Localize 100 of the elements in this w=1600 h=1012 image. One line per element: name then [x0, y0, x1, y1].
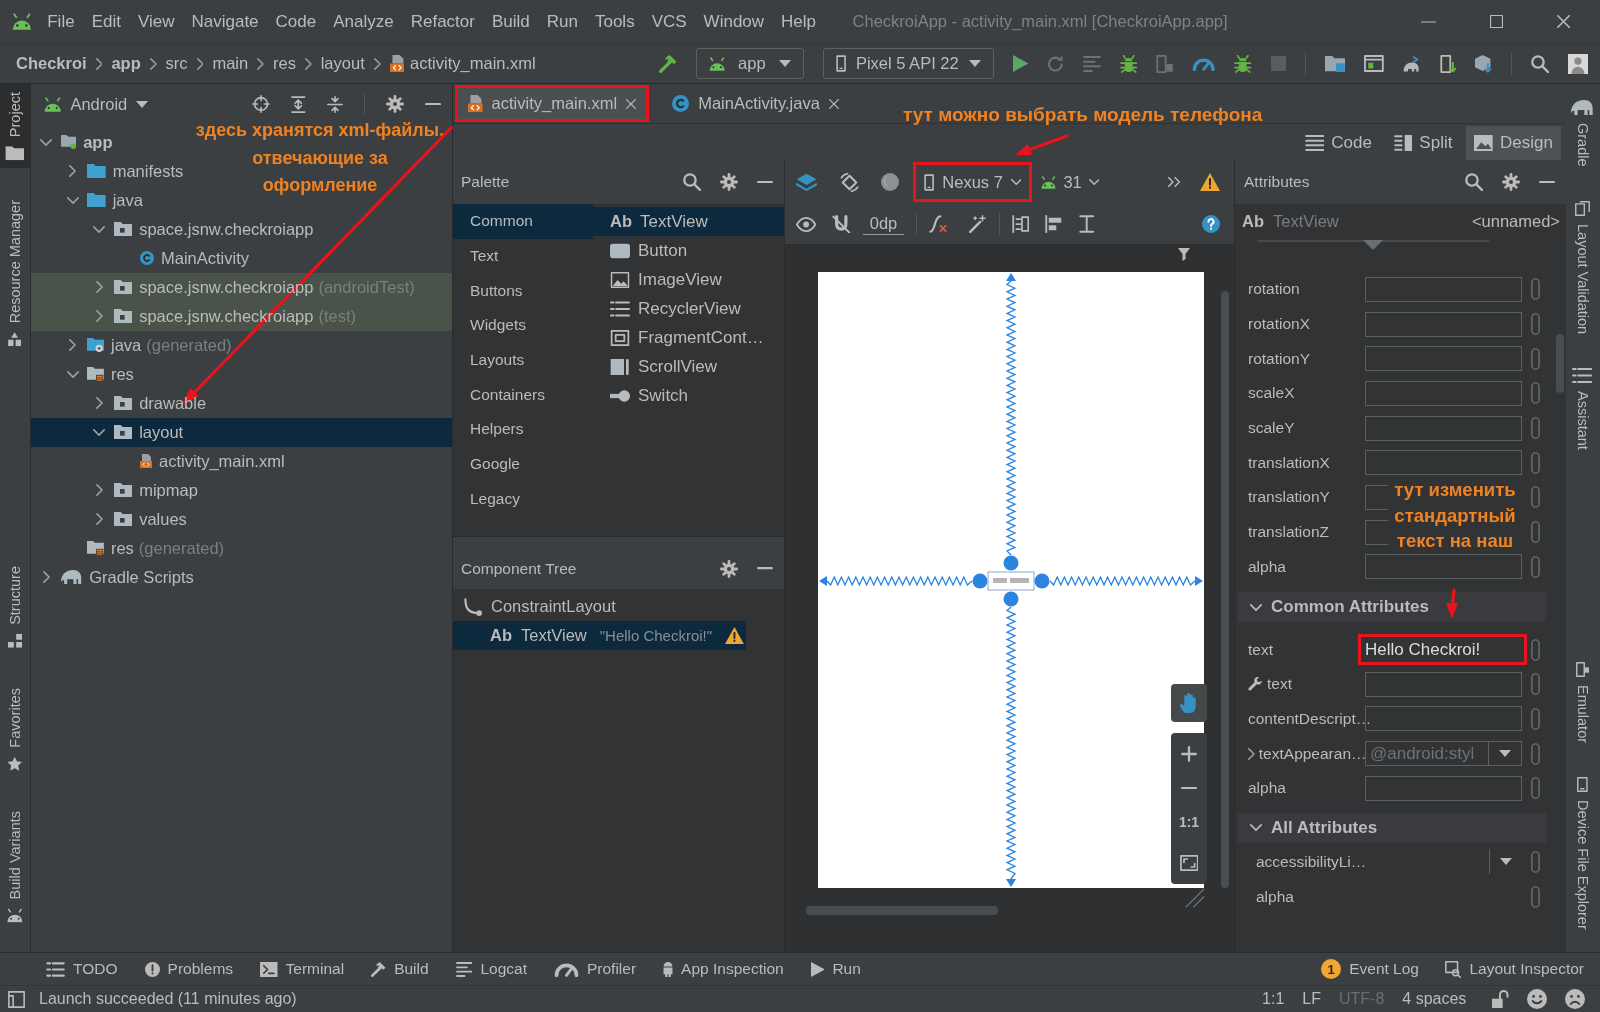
tool-window-tab[interactable]: Resource Manager	[0, 192, 30, 355]
breadcrumb[interactable]: layout	[320, 54, 365, 73]
crosshair-icon[interactable]	[252, 95, 271, 113]
layers-icon[interactable]	[796, 172, 818, 192]
tool-window-button[interactable]: App Inspection	[663, 960, 784, 978]
menu-item[interactable]: Help	[772, 8, 825, 35]
double-chevron-icon[interactable]	[1167, 177, 1180, 187]
tree-item[interactable]: MainActivity	[31, 243, 250, 273]
menu-item[interactable]: View	[129, 8, 183, 35]
lock-icon[interactable]	[1492, 990, 1509, 1008]
zoom-reset-button[interactable]: 1:1	[1178, 814, 1200, 831]
menu-item[interactable]: Refactor	[402, 8, 484, 35]
constraint-handle-icon[interactable]	[1003, 555, 1019, 571]
tool-window-tab[interactable]: Gradle	[1566, 96, 1599, 171]
chevron-right-icon[interactable]	[69, 165, 76, 177]
slot-icon[interactable]	[1531, 313, 1540, 336]
warning-icon[interactable]	[1200, 173, 1220, 191]
vertical-scrollbar[interactable]	[1556, 334, 1564, 393]
palette-category[interactable]: Legacy	[453, 481, 593, 517]
minimize-icon[interactable]	[1539, 180, 1555, 184]
tool-window-tab[interactable]: Emulator	[1566, 658, 1599, 748]
slot-icon[interactable]	[1531, 673, 1540, 696]
chevron-right-icon[interactable]	[95, 397, 103, 409]
palette-category[interactable]: Layouts	[453, 342, 593, 378]
slot-icon[interactable]	[1531, 555, 1540, 578]
menu-item[interactable]: Window	[695, 8, 773, 35]
slot-icon[interactable]	[1531, 742, 1540, 765]
chevron-right-icon[interactable]	[69, 339, 76, 351]
slot-icon[interactable]	[1531, 850, 1540, 873]
magic-wand-icon[interactable]	[969, 215, 987, 233]
tree-item[interactable]: activity_main.xml	[31, 446, 285, 476]
input-field[interactable]	[1365, 671, 1522, 697]
minimize-icon[interactable]	[1421, 20, 1436, 23]
input-field[interactable]	[1365, 775, 1522, 801]
palette-item[interactable]: Switch	[593, 381, 784, 410]
tool-window-tab[interactable]: Layout Validation	[1566, 196, 1599, 338]
tool-window-tab[interactable]: Build Variants	[0, 802, 30, 930]
help-icon[interactable]	[1202, 215, 1220, 233]
search-icon[interactable]	[683, 173, 701, 191]
horizontal-scrollbar[interactable]	[806, 906, 998, 915]
palette-item[interactable]: ScrollView	[593, 352, 784, 381]
tree-item[interactable]: layout	[31, 417, 452, 447]
lines-icon[interactable]	[1082, 55, 1101, 72]
menu-item[interactable]: Run	[538, 8, 587, 35]
breadcrumb[interactable]: src	[165, 54, 188, 73]
input-field[interactable]	[1365, 554, 1522, 580]
fit-screen-icon[interactable]	[1179, 855, 1199, 872]
constraint-handle-icon[interactable]	[972, 573, 988, 589]
zoom-in-icon[interactable]	[1181, 745, 1197, 762]
view-dropdown[interactable]: Android	[44, 94, 149, 114]
menu-item[interactable]: Navigate	[182, 8, 268, 35]
palette-category[interactable]: Common	[453, 204, 593, 239]
close-icon[interactable]	[828, 98, 839, 109]
close-icon[interactable]	[1557, 15, 1570, 28]
input-field[interactable]	[1365, 450, 1522, 476]
search-icon[interactable]	[1465, 173, 1483, 191]
status-item[interactable]: 1:1	[1262, 990, 1285, 1008]
tree-item[interactable]: manifests	[31, 156, 184, 186]
zoom-out-icon[interactable]	[1181, 786, 1197, 790]
chevron-down-icon[interactable]	[93, 428, 105, 436]
close-icon[interactable]	[626, 98, 637, 109]
settings-icon[interactable]	[720, 559, 738, 578]
vertical-scrollbar[interactable]	[1221, 291, 1229, 888]
input-field[interactable]	[1365, 380, 1522, 406]
menu-item[interactable]: Build	[483, 8, 539, 35]
chevron-right-icon[interactable]	[95, 310, 103, 322]
palette-item[interactable]: Ab TextView	[593, 207, 784, 236]
tree-item[interactable]: java (generated)	[31, 330, 232, 360]
expand-all-icon[interactable]	[291, 95, 306, 113]
chevron-down-icon[interactable]	[93, 225, 105, 233]
tree-item[interactable]: app	[31, 127, 113, 157]
chevron-right-icon[interactable]	[95, 484, 103, 496]
breadcrumb[interactable]: app	[111, 54, 141, 73]
slot-icon[interactable]	[1531, 278, 1540, 301]
resize-grip-icon[interactable]	[1185, 888, 1205, 908]
phone-icon[interactable]	[1439, 54, 1457, 73]
view-mode-button[interactable]: Split	[1385, 126, 1461, 160]
default-margin-dropdown[interactable]: 0dp	[862, 213, 905, 235]
chevron-right-icon[interactable]	[95, 281, 103, 293]
tool-window-button[interactable]: Terminal	[260, 960, 345, 978]
input-field[interactable]	[1365, 276, 1522, 302]
moon-icon[interactable]	[881, 173, 900, 191]
tool-window-button[interactable]: 1 Event Log	[1321, 959, 1419, 979]
slot-icon[interactable]	[1531, 347, 1540, 370]
slot-icon[interactable]	[1531, 417, 1540, 440]
tree-item[interactable]: drawable	[31, 388, 207, 418]
minimize-icon[interactable]	[757, 180, 773, 184]
breadcrumb[interactable]: res	[272, 54, 296, 73]
search-icon[interactable]	[1531, 54, 1549, 73]
run-config-dropdown[interactable]: app	[695, 48, 804, 79]
tool-window-button[interactable]: Profiler	[554, 960, 637, 978]
gauge-icon[interactable]	[1192, 56, 1216, 71]
elephant-icon[interactable]	[1403, 55, 1421, 72]
bug-icon[interactable]	[1119, 54, 1138, 73]
input-field[interactable]	[1365, 311, 1522, 337]
input-field[interactable]: Hello Checkroi!	[1358, 634, 1527, 666]
eye-icon[interactable]	[796, 216, 817, 232]
hammer-icon[interactable]	[658, 54, 677, 73]
align-icon[interactable]	[1078, 215, 1094, 233]
palette-category[interactable]: Widgets	[453, 308, 593, 343]
